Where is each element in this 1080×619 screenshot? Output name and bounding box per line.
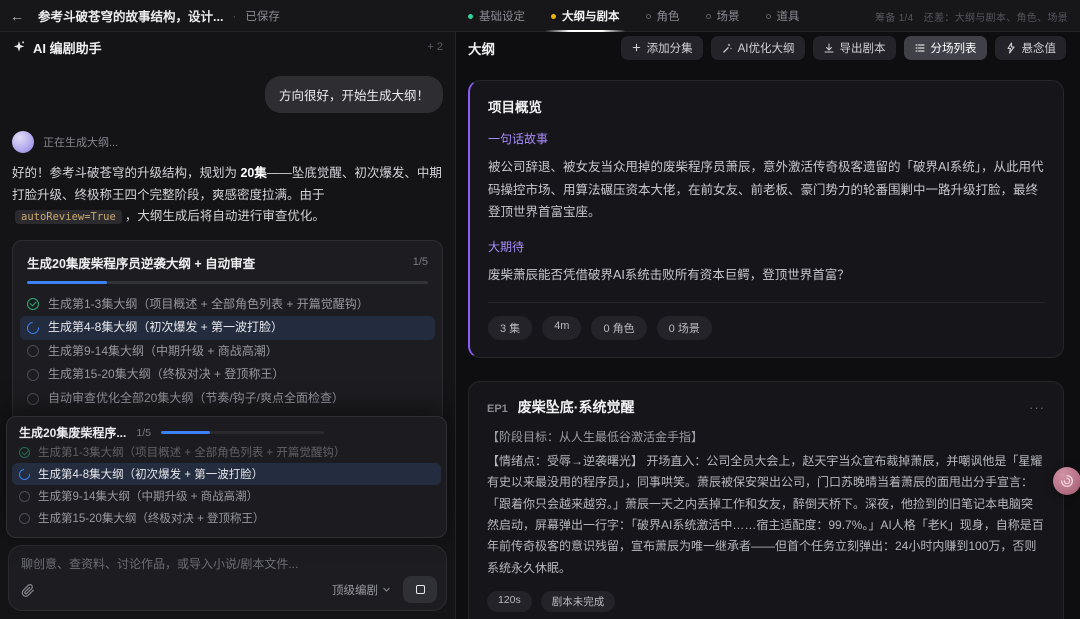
plus-icon <box>632 43 640 52</box>
episode-title: 废柴坠底·系统觉醒 <box>517 399 635 415</box>
project-overview-card: 项目概览 一句话故事 被公司辞退、被女友当众甩掉的废柴程序员萧辰，意外激活传奇极… <box>468 80 1064 358</box>
download-icon <box>824 43 833 52</box>
assistant-panel: AI 编剧助手 + 2 方向很好，开始生成大纲！ 正在生成大纲... 好的！参考… <box>0 32 456 619</box>
project-title: 参考斗破苍穹的故事结构，设计... <box>38 10 224 24</box>
episode-duration-chip: 120s <box>487 591 532 613</box>
spinner-icon <box>16 466 33 482</box>
more-options-icon[interactable]: ··· <box>1029 401 1045 414</box>
export-script-button[interactable]: 导出剧本 <box>812 35 896 60</box>
workflow-tabs: 基础设定 大纲与剧本 角色 场景 道具 <box>468 0 800 32</box>
floating-progress-bar <box>160 431 324 434</box>
stop-icon <box>415 585 425 594</box>
hollow-dot-icon <box>645 13 651 19</box>
assistant-badge[interactable]: + 2 <box>427 41 443 53</box>
floating-task-item-pending[interactable]: 生成第15-20集大纲（终极对决 + 登顶称王） <box>12 507 441 529</box>
floating-task-item-done[interactable]: 生成第1-3集大纲（项目概述 + 全部角色列表 + 开篇觉醒钩） <box>12 441 441 463</box>
ai-optimize-button[interactable]: AI优化大纲 <box>710 35 805 60</box>
floating-task-item-active[interactable]: 生成第4-8集大纲（初次爆发 + 第一波打脸） <box>12 463 441 485</box>
hollow-dot-icon <box>765 13 771 19</box>
floating-task-title: 生成20集废柴程序... <box>19 426 127 440</box>
title-separator: · <box>232 8 237 23</box>
task-progress-bar <box>27 280 428 284</box>
preparation-progress: 筹备 1/4 还差：大纲与剧本、角色、场景 <box>875 12 1068 24</box>
task-item-pending[interactable]: 自动审查优化全部20集大纲（节奏/钩子/爽点全面检查） <box>20 387 435 411</box>
task-item-pending[interactable]: 生成第15-20集大纲（终极对决 + 登顶称王） <box>20 363 435 387</box>
sparkle-icon <box>13 41 25 52</box>
hook-text: 废柴萧辰能否凭借破界AI系统击败所有资本巨鳄，登顶世界首富？ <box>488 267 850 282</box>
hollow-dot-icon <box>705 13 711 19</box>
chevron-down-icon <box>383 587 390 592</box>
assistant-avatar <box>12 131 34 153</box>
suspense-meter-button[interactable]: 悬念值 <box>994 35 1066 60</box>
floating-task-tracker[interactable]: 生成20集废柴程序... 1/5 生成第1-3集大纲（项目概述 + 全部角色列表… <box>6 416 447 538</box>
back-icon[interactable]: ← <box>0 8 34 24</box>
outline-toolbar: 添加分集 AI优化大纲 导出剧本 分场列表 悬念值 <box>620 35 1066 60</box>
task-card-counter: 1/5 <box>412 256 428 268</box>
tab-scenes[interactable]: 场景 <box>705 0 740 32</box>
characters-count-chip: 0 角色 <box>591 316 647 340</box>
hook-label: 大期待 <box>488 239 525 254</box>
script-status-chip: 剧本未完成 <box>540 591 616 613</box>
yellow-dot-icon <box>551 13 556 19</box>
floating-task-counter: 1/5 <box>136 426 151 439</box>
user-message: 方向很好，开始生成大纲！ <box>264 76 443 113</box>
episode-count-bold: 20集 <box>240 166 267 180</box>
circle-icon <box>27 369 39 382</box>
pulse-icon <box>1006 41 1015 54</box>
chat-area: 方向很好，开始生成大纲！ 正在生成大纲... 好的！参考斗破苍穹的升级结构，规划… <box>0 62 455 464</box>
outline-scroll-area[interactable]: 项目概览 一句话故事 被公司辞退、被女友当众甩掉的废柴程序员萧辰，意外激活传奇极… <box>457 63 1080 619</box>
tab-props[interactable]: 道具 <box>765 0 800 32</box>
task-item-active[interactable]: 生成第4-8集大纲（初次爆发 + 第一波打脸） <box>20 316 435 340</box>
tab-basic-settings[interactable]: 基础设定 <box>468 0 525 32</box>
scenes-count-chip: 0 场景 <box>656 316 712 340</box>
overview-title: 项目概览 <box>488 100 542 115</box>
add-episode-button[interactable]: 添加分集 <box>620 35 703 60</box>
assistant-message: 好的！参考斗破苍穹的升级结构，规划为 20集——坠底觉醒、初次爆发、中期打脸升级… <box>12 166 442 224</box>
outline-panel: 大纲 添加分集 AI优化大纲 导出剧本 分场列表 悬念值 项目概览 一句话故事 … <box>457 32 1080 619</box>
duration-chip: 4m <box>542 316 582 340</box>
task-item-done[interactable]: 生成第1-3集大纲（项目概述 + 全部角色列表 + 开篇觉醒钩） <box>20 293 435 317</box>
circle-icon <box>27 345 39 358</box>
circle-icon <box>27 392 39 405</box>
list-icon <box>914 43 925 52</box>
episode-synopsis: 【情绪点：受辱→逆袭曙光】 开场直入：公司全员大会上，赵天宇当众宣布裁掉萧辰，并… <box>487 454 1044 575</box>
green-dot-icon <box>468 13 473 19</box>
tab-outline-script[interactable]: 大纲与剧本 <box>545 0 625 32</box>
saved-status: 已保存 <box>245 10 280 23</box>
episodes-count-chip: 3 集 <box>488 316 533 340</box>
circle-icon <box>19 490 30 502</box>
model-selector[interactable]: 顶级编剧 <box>332 582 391 598</box>
check-icon <box>27 298 39 311</box>
generating-status: 正在生成大纲... <box>43 137 119 149</box>
floating-assistant-badge[interactable] <box>1053 467 1080 495</box>
code-chip: autoReview=True <box>15 210 122 224</box>
episode-goal: 【阶段目标：从人生最低谷激活金手指】 <box>487 430 704 444</box>
divider <box>488 302 1045 303</box>
circle-icon <box>19 512 30 524</box>
project-stats: 3 集 4m 0 角色 0 场景 <box>488 316 1045 342</box>
magic-wand-icon <box>722 43 732 53</box>
logline-label: 一句话故事 <box>488 132 549 146</box>
task-item-pending[interactable]: 生成第9-14集大纲（中期升级 + 商战高潮） <box>20 340 435 364</box>
scene-list-toggle[interactable]: 分场列表 <box>903 35 987 60</box>
stop-generation-button[interactable] <box>403 576 437 603</box>
outline-title: 大纲 <box>468 41 495 57</box>
chat-composer: 顶级编剧 <box>8 545 447 611</box>
task-plan-card: 生成20集废柴程序员逆袭大纲 + 自动审查 1/5 生成第1-3集大纲（项目概述… <box>12 239 443 444</box>
tab-characters[interactable]: 角色 <box>645 0 680 32</box>
spinner-icon <box>24 319 42 337</box>
floating-task-item-pending[interactable]: 生成第9-14集大纲（中期升级 + 商战高潮） <box>12 485 441 507</box>
assistant-header: AI 编剧助手 + 2 <box>0 32 455 62</box>
episode-code: EP1 <box>487 403 508 415</box>
logline-text: 被公司辞退、被女友当众甩掉的废柴程序员萧辰，意外激活传奇极客遗留的「破界AI系统… <box>488 160 1044 219</box>
outline-header: 大纲 添加分集 AI优化大纲 导出剧本 分场列表 悬念值 <box>457 32 1080 63</box>
attach-file-icon[interactable] <box>21 583 35 597</box>
check-icon <box>19 446 30 458</box>
swirl-icon <box>1061 475 1073 487</box>
episode-card: EP1 废柴坠底·系统觉醒 ··· 【阶段目标：从人生最低谷激活金手指】 【情绪… <box>468 381 1064 619</box>
assistant-title: AI 编剧助手 <box>33 40 102 56</box>
task-card-title: 生成20集废柴程序员逆袭大纲 + 自动审查 <box>27 256 256 271</box>
top-bar: ← 参考斗破苍穹的故事结构，设计... · 已保存 基础设定 大纲与剧本 角色 … <box>0 0 1080 32</box>
